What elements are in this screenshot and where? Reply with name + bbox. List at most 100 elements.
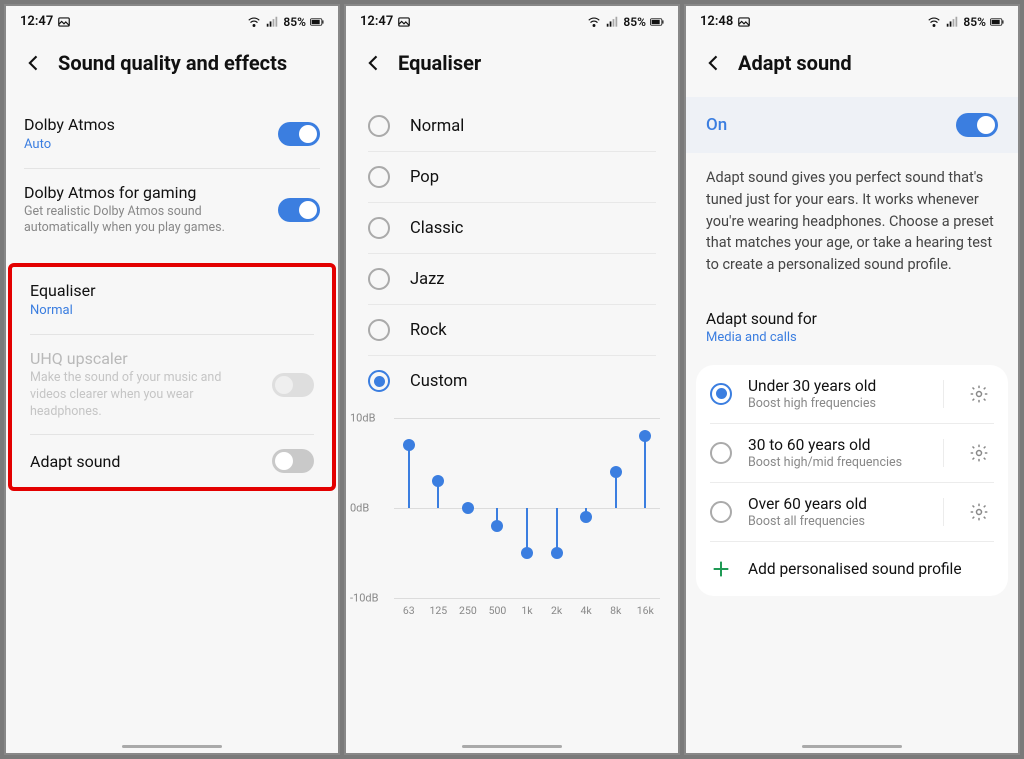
eq-ytick: 0dB (350, 502, 369, 515)
age-sub: Boost all frequencies (748, 514, 919, 529)
page-header: Equaliser (346, 33, 678, 97)
eq-xtick: 2k (542, 604, 572, 617)
row-title: Adapt sound (30, 452, 260, 471)
eq-xtick: 1k (512, 604, 542, 617)
section-title: Adapt sound for (706, 310, 998, 328)
eq-band-125[interactable] (424, 418, 454, 598)
option-label: Normal (410, 117, 464, 136)
image-icon (397, 15, 411, 29)
eq-xtick: 63 (394, 604, 424, 617)
status-battery-pct: 85% (623, 15, 646, 29)
gear-icon[interactable] (964, 438, 994, 468)
eq-ytick: -10dB (350, 592, 378, 605)
radio-icon[interactable] (368, 217, 390, 239)
status-battery-pct: 85% (283, 15, 306, 29)
dolby-toggle[interactable] (278, 122, 320, 146)
row-subtitle: Normal (30, 302, 314, 320)
eq-chart[interactable]: 10dB0dB-10dB 631252505001k2k4k (346, 410, 678, 639)
eq-band-63[interactable] (394, 418, 424, 598)
nav-handle[interactable] (122, 745, 222, 748)
eq-band-16k[interactable] (631, 418, 661, 598)
add-profile-label: Add personalised sound profile (748, 560, 962, 578)
eq-band-250[interactable] (453, 418, 483, 598)
eq-option-custom[interactable]: Custom (346, 356, 678, 406)
age-label: Under 30 years old (748, 377, 919, 395)
back-icon[interactable] (24, 53, 44, 73)
radio-icon[interactable] (368, 268, 390, 290)
dolby-gaming-toggle[interactable] (278, 198, 320, 222)
setting-dolby-atmos[interactable]: Dolby Atmos Auto (6, 101, 338, 168)
eq-band-2k[interactable] (542, 418, 572, 598)
adapt-for-row[interactable]: Adapt sound for Media and calls (686, 294, 1018, 349)
setting-equaliser[interactable]: Equaliser Normal (12, 267, 332, 334)
battery-icon (650, 15, 664, 29)
nav-handle[interactable] (462, 745, 562, 748)
age-sub: Boost high/mid frequencies (748, 455, 919, 470)
radio-icon[interactable] (368, 370, 390, 392)
radio-icon[interactable] (368, 115, 390, 137)
eq-option-jazz[interactable]: Jazz (346, 254, 678, 304)
age-option[interactable]: Over 60 years old Boost all frequencies (696, 483, 1008, 541)
setting-adapt-sound[interactable]: Adapt sound (12, 435, 332, 487)
eq-band-4k[interactable] (571, 418, 601, 598)
highlighted-section: Equaliser Normal UHQ upscaler Make the s… (8, 263, 336, 491)
screen-adapt-sound: 12:48 85% Adapt sound On Adapt sound giv… (684, 4, 1020, 755)
eq-xtick: 500 (483, 604, 513, 617)
radio-icon[interactable] (368, 319, 390, 341)
age-label: 30 to 60 years old (748, 436, 919, 454)
row-subtitle: Get realistic Dolby Atmos sound automati… (24, 204, 266, 238)
option-label: Pop (410, 168, 439, 187)
back-icon[interactable] (704, 53, 724, 73)
screen-equaliser: 12:47 85% Equaliser Normal Pop Classic J… (344, 4, 680, 755)
eq-xtick: 16k (631, 604, 661, 617)
back-icon[interactable] (364, 53, 384, 73)
battery-icon (310, 15, 324, 29)
image-icon (737, 15, 751, 29)
radio-icon[interactable] (710, 442, 732, 464)
eq-option-classic[interactable]: Classic (346, 203, 678, 253)
page-title: Sound quality and effects (58, 51, 287, 75)
eq-option-pop[interactable]: Pop (346, 152, 678, 202)
age-option[interactable]: 30 to 60 years old Boost high/mid freque… (696, 424, 1008, 482)
status-bar: 12:47 85% (346, 6, 678, 33)
radio-icon[interactable] (710, 501, 732, 523)
description-text: Adapt sound gives you perfect sound that… (686, 153, 1018, 294)
page-title: Equaliser (398, 51, 481, 75)
add-profile-row[interactable]: Add personalised sound profile (696, 542, 1008, 596)
eq-band-1k[interactable] (512, 418, 542, 598)
eq-band-8k[interactable] (601, 418, 631, 598)
nav-handle[interactable] (802, 745, 902, 748)
row-title: Dolby Atmos for gaming (24, 183, 266, 202)
signal-icon (605, 15, 619, 29)
gear-icon[interactable] (964, 497, 994, 527)
page-header: Sound quality and effects (6, 33, 338, 97)
eq-xtick: 8k (601, 604, 631, 617)
adapt-on-row[interactable]: On (686, 97, 1018, 153)
age-option[interactable]: Under 30 years old Boost high frequencie… (696, 365, 1008, 423)
status-time: 12:47 (360, 14, 393, 29)
setting-dolby-gaming[interactable]: Dolby Atmos for gaming Get realistic Dol… (6, 169, 338, 252)
plus-icon (710, 558, 732, 580)
adapt-toggle[interactable] (956, 113, 998, 137)
status-time: 12:48 (700, 14, 733, 29)
eq-xtick: 4k (571, 604, 601, 617)
eq-option-normal[interactable]: Normal (346, 101, 678, 151)
gear-icon[interactable] (964, 379, 994, 409)
eq-option-rock[interactable]: Rock (346, 305, 678, 355)
age-sub: Boost high frequencies (748, 396, 919, 411)
eq-band-500[interactable] (483, 418, 513, 598)
adapt-sound-toggle[interactable] (272, 449, 314, 473)
radio-icon[interactable] (710, 383, 732, 405)
wifi-icon (247, 15, 261, 29)
wifi-icon (927, 15, 941, 29)
eq-ytick: 10dB (350, 412, 375, 425)
status-bar: 12:48 85% (686, 6, 1018, 33)
wifi-icon (587, 15, 601, 29)
battery-icon (990, 15, 1004, 29)
age-label: Over 60 years old (748, 495, 919, 513)
screen-sound-quality: 12:47 85% Sound quality and effects Dolb… (4, 4, 340, 755)
radio-icon[interactable] (368, 166, 390, 188)
option-label: Jazz (410, 270, 444, 289)
row-title: UHQ upscaler (30, 349, 260, 368)
eq-xtick: 250 (453, 604, 483, 617)
